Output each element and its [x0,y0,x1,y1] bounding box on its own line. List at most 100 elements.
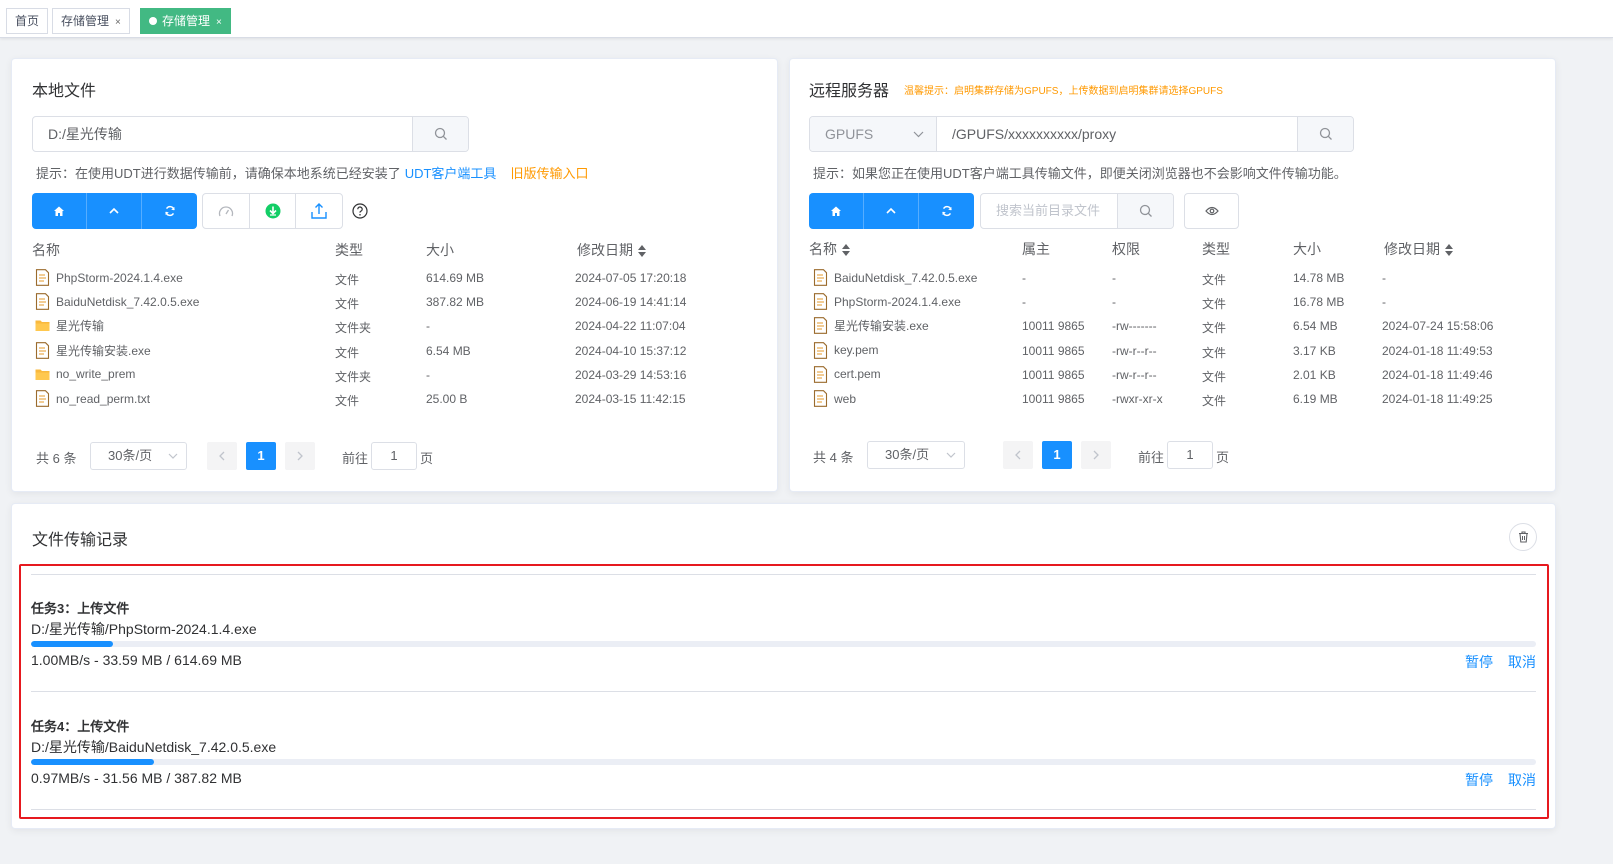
file-owner: 10011 9865 [1022,392,1085,406]
file-name: cert.pem [834,367,881,382]
parent-dir-button[interactable] [864,193,919,229]
file-size: 2.01 KB [1293,367,1336,382]
arrow-up-icon [886,207,896,214]
file-name-cell[interactable]: 星光传输安装.exe [35,341,151,359]
panel-title: 远程服务器 [809,83,890,100]
home-icon [54,206,64,216]
file-type: 文件 [335,394,360,408]
column-header-name[interactable]: 名称 [809,239,850,259]
download-button[interactable] [250,194,296,228]
search-button[interactable] [1117,194,1173,228]
search-icon [434,127,447,140]
pause-button[interactable]: 暂停 [1465,652,1493,672]
home-button[interactable] [809,193,864,229]
legacy-transfer-link[interactable]: 旧版传输入口 [510,166,588,181]
remote-search-input[interactable]: 搜索当前目录文件 [980,193,1174,229]
home-button[interactable] [32,193,87,229]
page-number-current[interactable]: 1 [246,442,276,470]
page-number-current[interactable]: 1 [1042,441,1072,469]
task-speed: 0.97MB/s - 31.56 MB / 387.82 MB [31,769,242,786]
file-type: 文件夹 [335,369,372,384]
file-name: BaiduNetdisk_7.42.0.5.exe [56,294,200,309]
next-page-button[interactable] [285,442,315,470]
file-name-cell[interactable]: no_read_perm.txt [35,390,150,407]
chevron-left-icon [1015,450,1021,460]
file-modified: 2024-04-10 15:37:12 [575,343,687,358]
file-icon [813,390,828,407]
file-size: - [426,367,430,382]
tab-storage-management[interactable]: 存储管理 × [52,8,130,34]
file-owner: 10011 9865 [1022,367,1085,382]
prev-page-button[interactable] [1003,441,1033,469]
column-header-modified[interactable]: 修改日期 [577,240,646,260]
panel-title: 本地文件 [32,83,97,100]
storage-select-value: GPUFS [825,126,874,142]
file-name-cell[interactable]: PhpStorm-2024.1.4.exe [813,293,961,311]
file-name-cell[interactable]: key.pem [813,341,878,359]
help-icon[interactable] [352,203,368,219]
chevron-left-icon [219,451,225,461]
refresh-button[interactable] [142,193,197,229]
local-path-input[interactable]: D:/星光传输 [32,116,469,152]
goto-page-input[interactable]: 1 [371,442,417,470]
file-name-cell[interactable]: BaiduNetdisk_7.42.0.5.exe [813,269,977,286]
file-owner: - [1022,271,1026,285]
file-name-cell[interactable]: 星光传输安装.exe [813,317,929,335]
search-button[interactable] [412,117,468,151]
cancel-button[interactable]: 取消 [1508,770,1536,790]
file-modified: 2024-01-18 11:49:53 [1382,343,1493,358]
close-icon[interactable]: × [115,17,121,28]
page-size-value: 30条/页 [885,447,930,462]
chevron-right-icon [297,451,303,461]
file-type: 文件 [1202,321,1227,336]
file-type: 文件 [335,345,360,360]
file-type: 文件 [1202,345,1227,360]
goto-page-input[interactable]: 1 [1167,441,1213,469]
task-title: 任务4：上传文件 [31,718,130,734]
prev-page-button[interactable] [207,442,237,470]
refresh-button[interactable] [919,193,974,229]
sort-icon[interactable] [638,245,646,258]
cancel-button[interactable]: 取消 [1508,652,1536,672]
column-header-name: 名称 [32,242,60,258]
remote-path-bar: GPUFS /GPUFS/xxxxxxxxxx/proxy [809,116,1354,152]
file-name: no_write_prem [56,367,136,382]
file-name-cell[interactable]: 星光传输 [35,317,104,334]
page-size-select[interactable]: 30条/页 [867,441,965,469]
upload-icon [311,203,327,219]
pause-button[interactable]: 暂停 [1465,770,1493,790]
page-size-value: 30条/页 [108,448,153,463]
sort-icon[interactable] [842,244,850,257]
file-name-cell[interactable]: web [813,390,856,407]
file-modified: 2024-03-29 14:53:16 [575,367,687,382]
progress-fill [31,641,113,647]
speed-test-button[interactable] [203,194,250,228]
close-icon[interactable]: × [216,17,222,28]
file-icon [35,341,50,359]
file-name-cell[interactable]: no_write_prem [35,366,135,383]
file-icon [813,365,828,383]
toggle-hidden-button[interactable] [1184,193,1239,229]
file-name-cell[interactable]: BaiduNetdisk_7.42.0.5.exe [35,293,200,311]
clear-records-button[interactable] [1509,523,1537,551]
parent-dir-button[interactable] [87,193,142,229]
file-name-cell[interactable]: cert.pem [813,365,881,383]
tab-bar: 首页 存储管理 × 存储管理 × [0,0,1613,38]
upload-button[interactable] [296,194,342,228]
tab-storage-management-active[interactable]: 存储管理 × [140,8,231,34]
file-name: no_read_perm.txt [56,391,151,406]
udt-client-link[interactable]: UDT客户端工具 [405,166,497,181]
search-button[interactable] [1297,117,1353,151]
storage-select[interactable]: GPUFS [810,117,937,151]
goto-prefix: 前往 [1138,450,1165,465]
task-path: D:/星光传输/BaiduNetdisk_7.42.0.5.exe [31,738,277,755]
tab-home[interactable]: 首页 [6,8,49,34]
file-owner: 10011 9865 [1022,319,1085,334]
next-page-button[interactable] [1081,441,1111,469]
file-type: 文件 [1202,273,1227,287]
sort-icon[interactable] [1445,244,1453,257]
column-header-modified[interactable]: 修改日期 [1384,239,1453,259]
page-size-select[interactable]: 30条/页 [90,442,187,470]
remote-path-input[interactable]: /GPUFS/xxxxxxxxxx/proxy [952,117,1116,151]
file-name-cell[interactable]: PhpStorm-2024.1.4.exe [35,269,183,286]
